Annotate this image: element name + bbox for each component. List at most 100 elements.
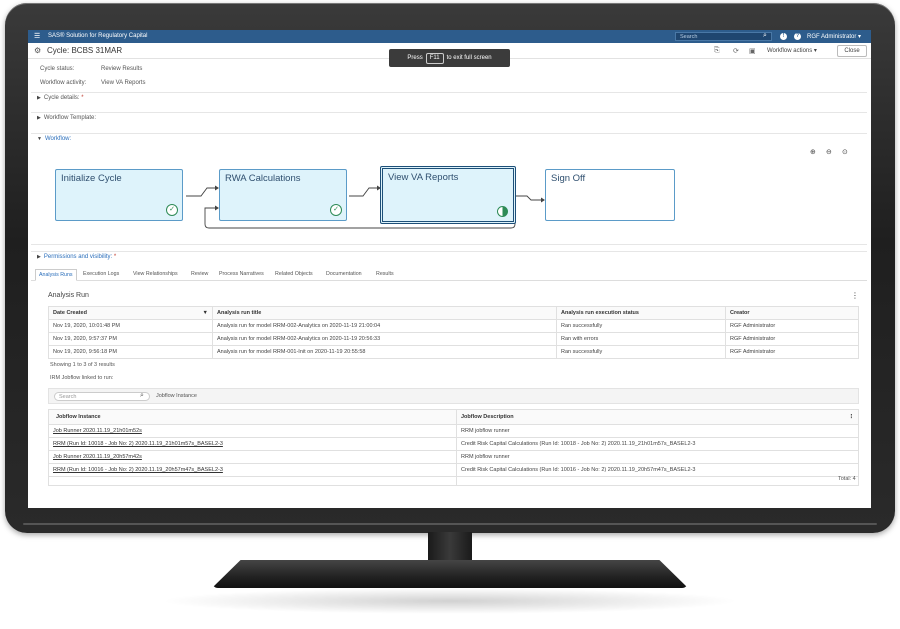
table-header-row: Date Created ▼ Analysis run title Analysi… <box>48 306 859 320</box>
attachment-icon[interactable]: ⎘ <box>714 47 720 55</box>
close-button[interactable]: Close <box>837 45 867 57</box>
cell-status: Ran successfully <box>556 345 726 359</box>
connector-1-2 <box>186 187 215 197</box>
jobflow-instance-link[interactable]: RRM (Run Id: 10018 - Job No: 2) 2020.11.… <box>48 437 457 451</box>
connector-3-4 <box>515 195 541 201</box>
toast-key: F11 <box>425 53 444 64</box>
workflow-node-view-va-reports[interactable]: View VA Reports <box>380 166 516 224</box>
column-header-date-created[interactable]: Date Created ▼ <box>48 306 213 320</box>
table-row[interactable]: RRM (Run Id: 10016 - Job No: 2) 2020.11.… <box>48 463 859 477</box>
tab-view-relationships[interactable]: View Relationships <box>133 271 178 277</box>
section-workflow-template-label: Workflow Template: <box>43 115 96 121</box>
section-permissions-label: Permissions and visibility: <box>43 254 113 260</box>
table-filler-row <box>48 476 859 486</box>
cycle-gear-icon: ⚙ <box>34 46 42 55</box>
monitor-base <box>212 560 688 588</box>
search-icon[interactable]: ⌕ <box>140 392 144 400</box>
help-icon[interactable]: ? <box>794 33 801 40</box>
toast-press: Press <box>407 55 423 61</box>
check-circle-icon: ✓ <box>166 204 178 216</box>
workflow-activity-row: Workflow activity: View VA Reports <box>40 80 145 86</box>
user-menu[interactable]: RGF Administrator ▾ <box>807 33 861 40</box>
section-cycle-details[interactable]: ▶ Cycle details: * <box>31 92 867 103</box>
jobflow-table: Jobflow Instance Jobflow Description ⋮ Jo… <box>48 409 859 486</box>
tab-related-objects[interactable]: Related Objects <box>275 271 313 277</box>
workflow-actions-menu[interactable]: Workflow actions ▾ <box>767 47 817 54</box>
jobflow-instance-link[interactable]: Job Runner 2020.11.19_20h57m42s <box>48 450 457 464</box>
required-mark: * <box>113 254 117 260</box>
analysis-run-title: Analysis Run <box>48 292 89 299</box>
workflow-node-sign-off[interactable]: Sign Off <box>545 169 675 221</box>
cycle-status-label: Cycle status: <box>40 66 75 72</box>
cell-description: RRM jobflow runner <box>456 450 859 464</box>
table-row[interactable]: Job Runner 2020.11.19_21h01m52s RRM jobf… <box>48 424 859 438</box>
column-header-title[interactable]: Analysis run title <box>212 306 557 320</box>
tab-review[interactable]: Review <box>191 271 208 277</box>
cell-description: Credit Risk Capital Calculations (Run Id… <box>456 437 859 451</box>
workflow-activity-value: View VA Reports <box>101 80 146 86</box>
column-menu-icon[interactable]: ⋮ <box>849 414 855 420</box>
cell-title: Analysis run for model RRM-002-Analytics… <box>212 319 557 333</box>
tab-execution-logs[interactable]: Execution Logs <box>83 271 119 277</box>
section-workflow-label: Workflow: <box>44 136 72 142</box>
table-row[interactable]: Nov 19, 2020, 9:56:18 PM Analysis run fo… <box>48 345 859 359</box>
expand-triangle-icon: ▶ <box>37 95 41 101</box>
sort-desc-icon[interactable]: ▼ <box>203 310 208 316</box>
node-label: View VA Reports <box>388 172 459 183</box>
screen: ☰ SAS® Solution for Regulatory Capital S… <box>28 30 871 508</box>
save-icon[interactable]: ▣ <box>749 47 756 55</box>
tab-documentation[interactable]: Documentation <box>326 271 362 277</box>
column-header-creator[interactable]: Creator <box>725 306 859 320</box>
cell-creator: RGF Administrator <box>725 319 859 333</box>
results-count: Showing 1 to 3 of 3 results <box>50 362 115 368</box>
cell-description: RRM jobflow runner <box>456 424 859 438</box>
expand-triangle-icon: ▶ <box>37 115 41 121</box>
table-row[interactable]: Nov 19, 2020, 9:57:37 PM Analysis run fo… <box>48 332 859 346</box>
cell-creator: RGF Administrator <box>725 345 859 359</box>
section-workflow[interactable]: ▼ Workflow: <box>31 133 867 144</box>
column-header-jobflow-instance[interactable]: Jobflow Instance <box>48 409 457 425</box>
empty-cell <box>48 476 457 486</box>
connector-2-3 <box>349 187 377 197</box>
analysis-run-table: Date Created ▼ Analysis run title Analysi… <box>48 306 859 359</box>
table-row[interactable]: RRM (Run Id: 10018 - Job No: 2) 2020.11.… <box>48 437 859 451</box>
section-workflow-template[interactable]: ▶ Workflow Template: <box>31 112 867 123</box>
tab-results[interactable]: Results <box>376 271 394 277</box>
tab-process-narratives[interactable]: Process Narratives <box>219 271 264 277</box>
required-mark: * <box>81 95 84 101</box>
expand-triangle-icon: ▶ <box>37 254 41 260</box>
jobflow-search-scope: Jobflow Instance <box>156 393 197 399</box>
cell-description: Credit Risk Capital Calculations (Run Id… <box>456 463 859 477</box>
table-row[interactable]: Job Runner 2020.11.19_20h57m42s RRM jobf… <box>48 450 859 464</box>
column-header-status[interactable]: Analysis run execution status <box>556 306 726 320</box>
section-cycle-details-label: Cycle details: <box>43 95 80 101</box>
hamburger-menu-icon[interactable]: ☰ <box>34 33 40 40</box>
column-header-label: Date Created <box>53 310 87 316</box>
table-row[interactable]: Nov 19, 2020, 10:01:48 PM Analysis run f… <box>48 319 859 333</box>
jobflow-instance-link[interactable]: RRM (Run Id: 10016 - Job No: 2) 2020.11.… <box>48 463 457 477</box>
node-label: Initialize Cycle <box>61 173 122 184</box>
more-options-icon[interactable]: ⋮ <box>851 291 859 300</box>
column-header-jobflow-description[interactable]: Jobflow Description ⋮ <box>456 409 859 425</box>
fullscreen-toast: Press F11 to exit full screen <box>389 49 510 67</box>
cycle-status-row: Cycle status: Review Results <box>40 66 142 72</box>
refresh-icon[interactable]: ⟳ <box>733 47 739 55</box>
workflow-diagram: ⊕ ⊖ ⊙ Initialize Cycle ✓ RWA Calculation… <box>31 144 867 245</box>
app-topbar: ☰ SAS® Solution for Regulatory Capital S… <box>28 30 871 43</box>
notification-icon[interactable]: ! <box>780 33 787 40</box>
jobflow-instance-link[interactable]: Job Runner 2020.11.19_21h01m52s <box>48 424 457 438</box>
section-permissions[interactable]: ▶ Permissions and visibility: * <box>31 251 867 262</box>
jobflow-linked-label: IRM Jobflow linked to run: <box>50 375 114 381</box>
workflow-node-rwa-calculations[interactable]: RWA Calculations ✓ <box>219 169 347 221</box>
column-header-label: Jobflow Description <box>461 414 514 420</box>
cell-date: Nov 19, 2020, 10:01:48 PM <box>48 319 213 333</box>
search-icon[interactable]: ⌕ <box>763 32 767 40</box>
cycle-status-value: Review Results <box>101 66 143 72</box>
workflow-node-initialize-cycle[interactable]: Initialize Cycle ✓ <box>55 169 183 221</box>
global-search-input[interactable]: Search <box>675 32 772 41</box>
cell-creator: RGF Administrator <box>725 332 859 346</box>
tab-analysis-runs[interactable]: Analysis Runs <box>35 269 77 281</box>
jobflow-search-input[interactable]: Search <box>54 392 150 401</box>
node-label: RWA Calculations <box>225 173 301 184</box>
workflow-activity-label: Workflow activity: <box>40 80 87 86</box>
